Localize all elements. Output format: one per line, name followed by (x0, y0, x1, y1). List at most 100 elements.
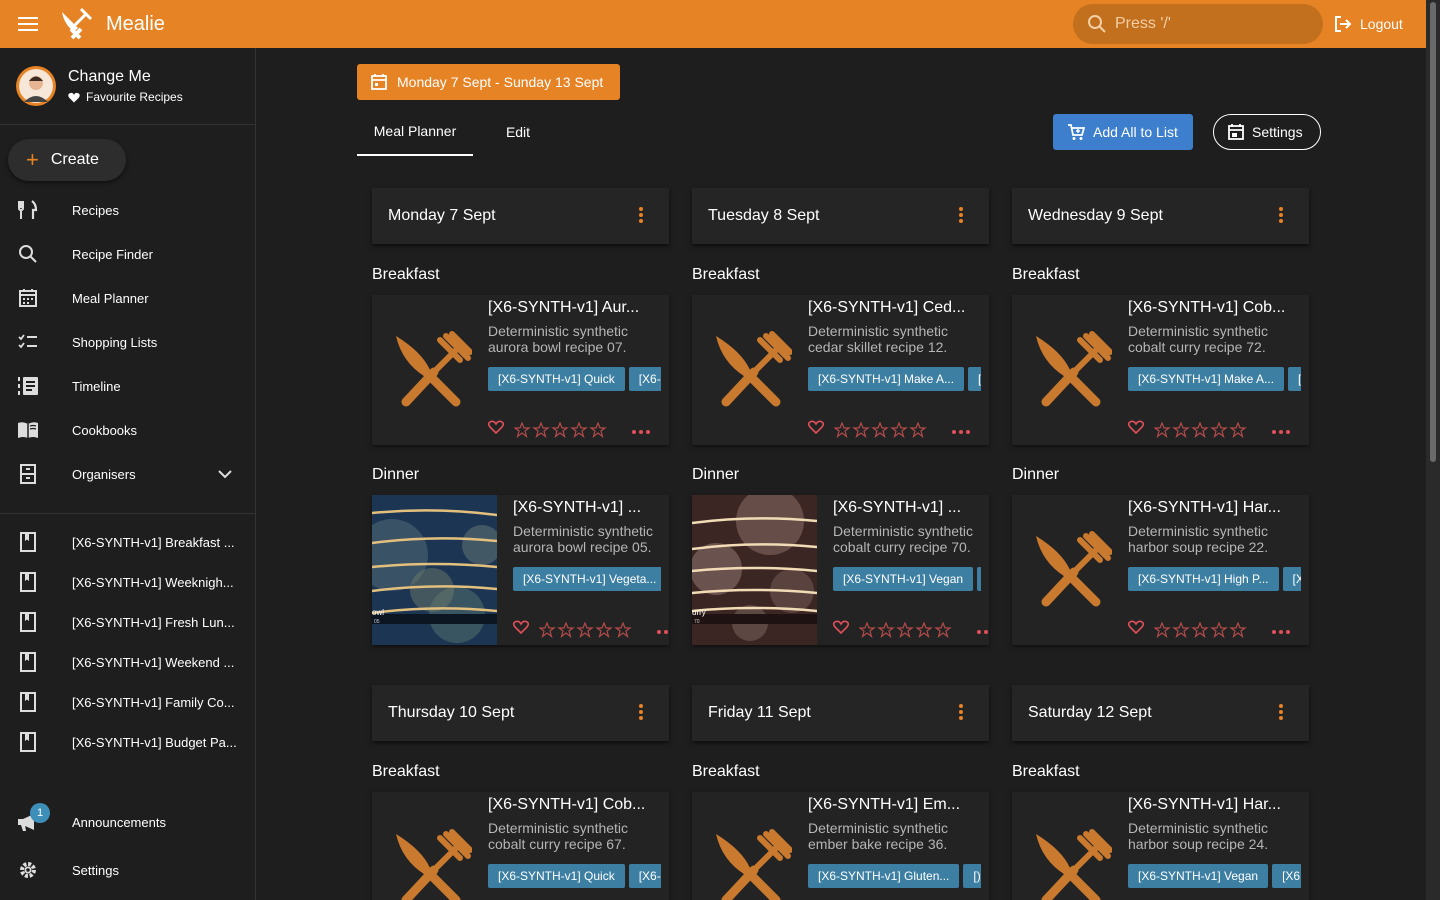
recipe-title[interactable]: [X6-SYNTH-v1] Har... (1128, 499, 1301, 517)
recipe-title[interactable]: [X6-SYNTH-v1] ... (513, 499, 661, 517)
tag-chip[interactable]: [X6-SYNTH-v1] Vegan (1128, 864, 1269, 888)
tab-edit[interactable]: Edit (473, 108, 563, 156)
sidebar-item-cookbooks[interactable]: Cookbooks (0, 408, 255, 452)
tag-chip[interactable]: [X6-SYNTH-v1] Make A... (1128, 367, 1285, 391)
recipe-title[interactable]: [X6-SYNTH-v1] Cob... (488, 796, 661, 814)
more-horizontal-icon[interactable] (952, 421, 970, 439)
recipe-title[interactable]: [X6-SYNTH-v1] Aur... (488, 299, 661, 317)
heart-outline-icon[interactable] (832, 620, 850, 639)
tag-chip[interactable]: [ (968, 367, 981, 391)
cookbook-item[interactable]: [X6-SYNTH-v1] Weekend ... (0, 642, 255, 682)
recipe-description: cobalt curry recipe 72. (1128, 339, 1266, 355)
cookbook-item[interactable]: [X6-SYNTH-v1] Breakfast ... (0, 522, 255, 562)
sidebar-item-organisers[interactable]: Organisers (0, 452, 255, 496)
recipe-card[interactable]: [X6-SYNTH-v1] Aur... Deterministic synth… (372, 295, 669, 445)
chevron-down-icon[interactable] (218, 467, 232, 482)
tag-chip[interactable]: [X6-SYNTH-v1] High P... (1128, 567, 1279, 591)
scrollbar-thumb[interactable] (1430, 2, 1436, 462)
announcements-badge: 1 (30, 803, 50, 823)
heart-outline-icon[interactable] (512, 620, 530, 639)
sidebar-item-settings[interactable]: Settings (0, 846, 255, 894)
add-all-to-list-button[interactable]: Add All to List (1053, 114, 1193, 150)
heart-outline-icon[interactable] (1127, 420, 1145, 439)
star-rating[interactable] (514, 421, 608, 438)
cookbook-item[interactable]: [X6-SYNTH-v1] Family Co... (0, 682, 255, 722)
day-title: Thursday 10 Sept (388, 704, 515, 721)
recipe-description: harbor soup recipe 22. (1128, 539, 1269, 555)
sidebar-item-announcements[interactable]: 1 Announcements (0, 798, 255, 846)
recipe-card[interactable]: [X6-SYNTH-v1] Ced... Deterministic synth… (692, 295, 989, 445)
recipe-title[interactable]: [X6-SYNTH-v1] ... (833, 499, 981, 517)
favourite-recipes-link[interactable]: Favourite Recipes (68, 90, 183, 104)
tag-chip[interactable]: [X6-SYNTH-v1] Gluten... (808, 864, 960, 888)
kebab-menu-icon[interactable] (959, 206, 963, 229)
kebab-menu-icon[interactable] (959, 703, 963, 726)
tag-chip[interactable]: [X6- (628, 367, 661, 391)
date-range-button[interactable]: Monday 7 Sept - Sunday 13 Sept (357, 64, 620, 100)
recipe-title[interactable]: [X6-SYNTH-v1] Ced... (808, 299, 981, 317)
recipe-title[interactable]: [X6-SYNTH-v1] Cob... (1128, 299, 1301, 317)
recipe-card[interactable]: [X6-SYNTH-v1] Har... Deterministic synth… (1012, 495, 1309, 645)
app-title[interactable]: Mealie (106, 13, 165, 36)
tag-chip[interactable]: [X6 (1272, 864, 1301, 888)
kebab-menu-icon[interactable] (639, 206, 643, 229)
search-input[interactable]: Press '/' (1073, 4, 1323, 44)
add-all-label: Add All to List (1093, 124, 1178, 140)
star-rating[interactable] (834, 421, 928, 438)
sidebar-item-timeline[interactable]: Timeline (0, 364, 255, 408)
menu-icon[interactable] (0, 0, 56, 48)
sidebar-item-shopping-lists[interactable]: Shopping Lists (0, 320, 255, 364)
recipe-card[interactable]: [X6-SYNTH-v1] Cob... Deterministic synth… (372, 792, 669, 900)
more-horizontal-icon[interactable] (1272, 421, 1290, 439)
more-horizontal-icon[interactable] (632, 421, 650, 439)
recipe-card[interactable]: urry 70 [X6-SYNTH-v1] ... Deterministic … (692, 495, 989, 645)
image-caption: 05 (374, 619, 380, 625)
tag-chip[interactable]: [) (963, 864, 981, 888)
cookbook-label: [X6-SYNTH-v1] Budget Pa... (72, 734, 237, 750)
kebab-menu-icon[interactable] (1279, 206, 1283, 229)
cookbook-item[interactable]: [X6-SYNTH-v1] Weeknigh... (0, 562, 255, 602)
tag-chip[interactable]: [X6-SYNTH-v1] Make A... (808, 367, 965, 391)
cookbook-item[interactable]: [X6-SYNTH-v1] Budget Pa... (0, 722, 255, 762)
tag-chip[interactable]: [X6-SYNTH-v1] Quick (488, 864, 625, 888)
tag-chip[interactable]: [X (1282, 567, 1301, 591)
create-button[interactable]: + Create (8, 139, 126, 181)
tag-chip[interactable]: [ (977, 567, 981, 591)
more-horizontal-icon[interactable] (977, 621, 989, 639)
recipe-card[interactable]: [X6-SYNTH-v1] Har... Deterministic synth… (1012, 792, 1309, 900)
star-rating[interactable] (1154, 421, 1248, 438)
kebab-menu-icon[interactable] (639, 703, 643, 726)
recipe-card[interactable]: [X6-SYNTH-v1] Cob... Deterministic synth… (1012, 295, 1309, 445)
mealie-logo-icon[interactable] (58, 6, 94, 42)
kebab-menu-icon[interactable] (1279, 703, 1283, 726)
sidebar-item-recipe-finder[interactable]: Recipe Finder (0, 232, 255, 276)
sidebar-item-meal-planner[interactable]: Meal Planner (0, 276, 255, 320)
recipe-card[interactable]: owl 05 [X6-SYNTH-v1] ... Deterministic s… (372, 495, 669, 645)
image-caption: owl (372, 608, 385, 617)
tag-chip[interactable]: [X6-SYNTH-v1] Vegan (833, 567, 974, 591)
logout-button[interactable]: Logout (1334, 12, 1403, 36)
user-name[interactable]: Change Me (68, 68, 183, 86)
planner-settings-button[interactable]: Settings (1213, 114, 1321, 150)
avatar[interactable] (16, 66, 56, 106)
star-rating[interactable] (539, 621, 633, 638)
tag-chip[interactable]: [X6- (628, 864, 661, 888)
cookbook-item[interactable]: [X6-SYNTH-v1] Fresh Lun... (0, 602, 255, 642)
tag-chip[interactable]: [ (1288, 367, 1301, 391)
tag-chip[interactable]: [X6-SYNTH-v1] Quick (488, 367, 625, 391)
more-horizontal-icon[interactable] (1272, 621, 1290, 639)
recipe-title[interactable]: [X6-SYNTH-v1] Har... (1128, 796, 1301, 814)
sidebar-item-recipes[interactable]: Recipes (0, 188, 255, 232)
star-rating[interactable] (859, 621, 953, 638)
heart-outline-icon[interactable] (807, 420, 825, 439)
recipe-card[interactable]: [X6-SYNTH-v1] Em... Deterministic synthe… (692, 792, 989, 900)
recipe-title[interactable]: [X6-SYNTH-v1] Em... (808, 796, 981, 814)
tab-meal-planner[interactable]: Meal Planner (357, 108, 473, 156)
more-horizontal-icon[interactable] (657, 621, 669, 639)
page-scrollbar[interactable] (1426, 0, 1440, 900)
heart-outline-icon[interactable] (1127, 620, 1145, 639)
star-rating[interactable] (1154, 621, 1248, 638)
slot-label: Dinner (372, 466, 420, 483)
heart-outline-icon[interactable] (487, 420, 505, 439)
tag-chip[interactable]: [X6-SYNTH-v1] Vegeta... (513, 567, 661, 591)
